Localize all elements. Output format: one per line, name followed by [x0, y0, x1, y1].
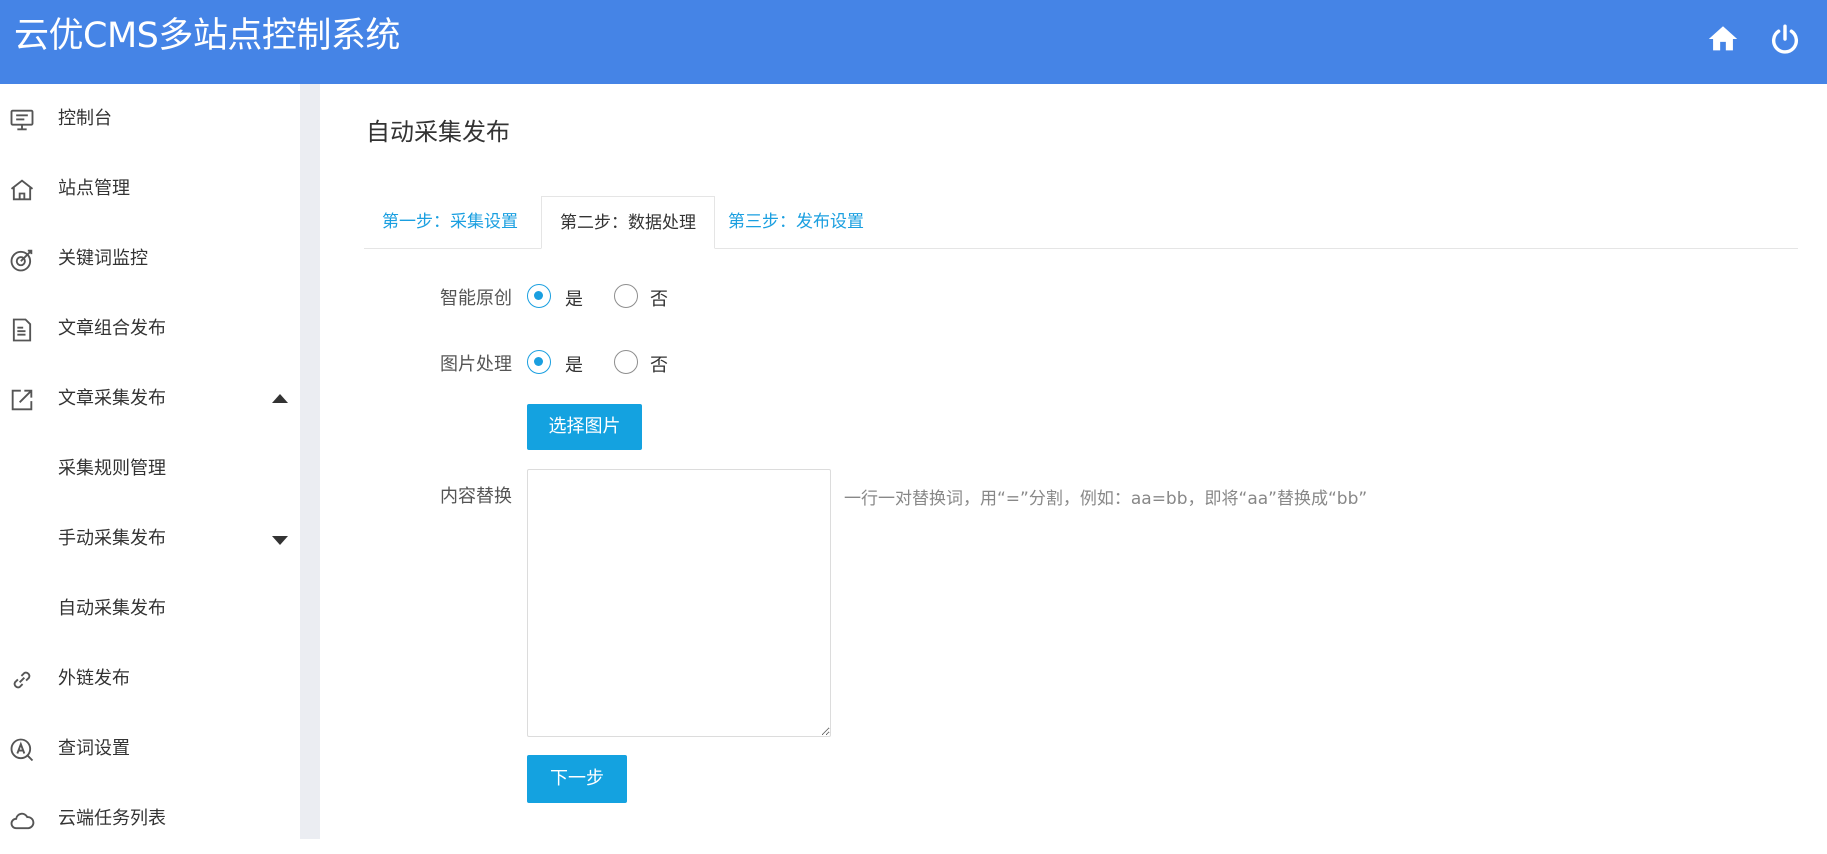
page-title: 自动采集发布 [366, 118, 510, 146]
main-content: 自动采集发布 第一步：采集设置 第二步：数据处理 第三步：发布设置 智能原创 是… [320, 84, 1827, 839]
sidebar-item-manual-collect[interactable]: 手动采集发布 [0, 504, 300, 574]
document-icon [8, 316, 36, 344]
sidebar-item-label: 采集规则管理 [58, 458, 166, 479]
cloud-icon [8, 806, 36, 834]
sidebar-item-label: 文章采集发布 [58, 388, 166, 409]
top-header: 云优CMS多站点控制系统 [0, 0, 1827, 84]
home-icon[interactable] [1706, 22, 1740, 56]
step-tabs: 第一步：采集设置 第二步：数据处理 第三步：发布设置 [364, 196, 1798, 249]
sidebar-item-label: 外链发布 [58, 668, 130, 689]
sidebar-item-collect-rules[interactable]: 采集规则管理 [0, 434, 300, 504]
sidebar-item-keyword-monitor[interactable]: 关键词监控 [0, 224, 300, 294]
sidebar-item-cloud-tasks[interactable]: 云端任务列表 [0, 784, 300, 854]
content-replace-label: 内容替换 [440, 486, 512, 507]
sidebar-item-label: 自动采集发布 [58, 598, 166, 619]
sidebar-item-label: 手动采集发布 [58, 528, 166, 549]
smart-original-no-label[interactable]: 否 [650, 285, 668, 311]
image-processing-label: 图片处理 [440, 354, 512, 375]
image-processing-yes-label[interactable]: 是 [565, 351, 583, 377]
sidebar-item-label: 关键词监控 [58, 248, 148, 269]
sidebar-item-sites[interactable]: 站点管理 [0, 154, 300, 224]
next-step-button[interactable]: 下一步 [527, 755, 627, 803]
link-icon [8, 666, 36, 694]
sidebar-item-auto-collect[interactable]: 自动采集发布 [0, 574, 300, 644]
sidebar-item-label: 站点管理 [58, 178, 130, 199]
sidebar-item-query-settings[interactable]: 查词设置 [0, 714, 300, 784]
image-processing-no-radio[interactable] [614, 350, 638, 374]
search-a-icon [8, 736, 36, 764]
sidebar-item-label: 文章组合发布 [58, 318, 166, 339]
target-icon [8, 246, 36, 274]
sidebar-item-dashboard[interactable]: 控制台 [0, 84, 300, 154]
smart-original-label: 智能原创 [440, 288, 512, 309]
sidebar-item-label: 控制台 [58, 108, 112, 129]
monitor-icon [8, 106, 36, 134]
smart-original-yes-label[interactable]: 是 [565, 285, 583, 311]
tab-step-three[interactable]: 第三步：发布设置 [710, 196, 882, 248]
external-link-icon [8, 386, 36, 414]
sidebar-item-article-collect[interactable]: 文章采集发布 [0, 364, 300, 434]
smart-original-no-radio[interactable] [614, 284, 638, 308]
tab-step-two[interactable]: 第二步：数据处理 [541, 196, 715, 249]
tab-step-one[interactable]: 第一步：采集设置 [364, 196, 536, 248]
caret-up-icon [272, 394, 288, 403]
sidebar-item-label: 查词设置 [58, 738, 130, 759]
image-processing-no-label[interactable]: 否 [650, 351, 668, 377]
select-image-button[interactable]: 选择图片 [527, 404, 642, 450]
power-icon[interactable] [1768, 22, 1802, 56]
sidebar-item-external-links[interactable]: 外链发布 [0, 644, 300, 714]
sidebar-item-article-combine[interactable]: 文章组合发布 [0, 294, 300, 364]
content-replace-textarea[interactable] [527, 469, 831, 737]
caret-down-icon [272, 536, 288, 545]
sidebar-scroll-track [300, 84, 320, 839]
app-title: 云优CMS多站点控制系统 [14, 16, 400, 56]
home-outline-icon [8, 176, 36, 204]
image-processing-yes-radio[interactable] [527, 350, 551, 374]
content-replace-hint: 一行一对替换词，用“=”分割，例如：aa=bb，即将“aa”替换成“bb” [844, 489, 1368, 509]
smart-original-yes-radio[interactable] [527, 284, 551, 308]
sidebar: 控制台 站点管理 关键词监控 文章组合发布 文章采集发布 采集规则管理 手动采集… [0, 84, 300, 839]
sidebar-item-label: 云端任务列表 [58, 808, 166, 829]
